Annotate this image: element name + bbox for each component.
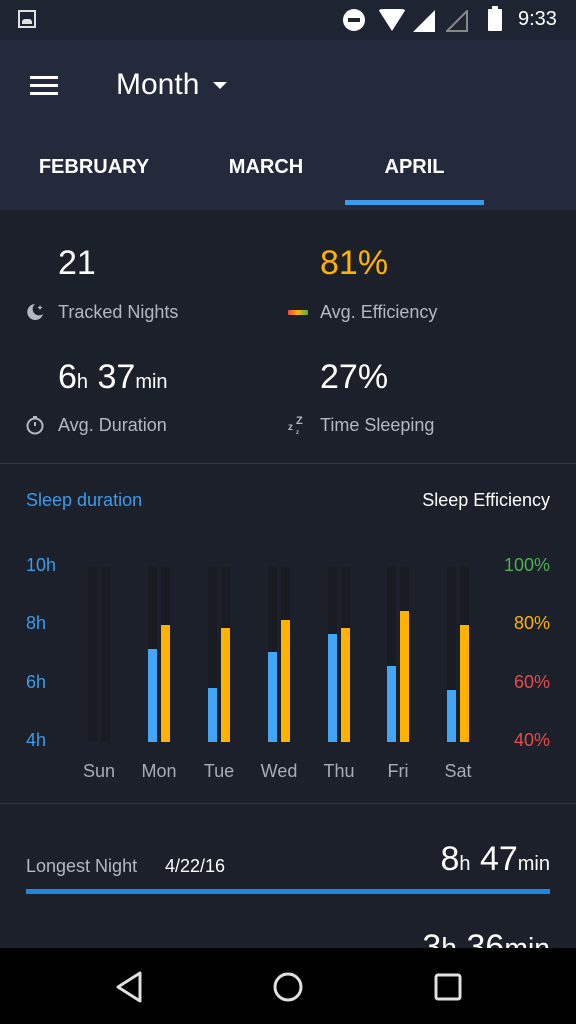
tab-indicator	[345, 200, 484, 205]
image-icon	[18, 10, 36, 28]
time-sleeping-value: 27%	[320, 358, 389, 396]
efficiency-bar-tue[interactable]	[221, 628, 230, 742]
app-bar: Month FEBRUARY MARCH APRIL	[0, 40, 576, 210]
x-tick-fri: Fri	[387, 761, 409, 781]
longest-night-label: Longest Night	[26, 856, 138, 876]
svg-text:Z: Z	[296, 415, 303, 427]
stopwatch-icon	[26, 416, 44, 435]
page-title: Month	[116, 68, 200, 101]
duration-bar-mon[interactable]	[148, 648, 157, 742]
efficiency-bar-fri[interactable]	[400, 610, 409, 742]
x-tick-wed: Wed	[260, 761, 298, 781]
home-icon[interactable]	[272, 971, 304, 1003]
stats-panel: 21 Tracked Nights 81% Avg. Efficiency 6h…	[0, 210, 576, 464]
zzz-icon: z Z z	[288, 415, 303, 436]
svg-text:z: z	[296, 430, 299, 436]
longest-night-bar	[26, 889, 550, 894]
time-sleeping-label: Time Sleeping	[320, 415, 435, 435]
x-tick-mon: Mon	[141, 761, 177, 781]
battery-icon	[488, 6, 502, 31]
avg-duration-label: Avg. Duration	[58, 415, 167, 435]
gradient-bar-icon	[288, 310, 308, 315]
duration-bar-thu[interactable]	[328, 634, 337, 742]
avg-efficiency-label: Avg. Efficiency	[320, 302, 438, 322]
avg-duration-value: 6h 37min	[58, 358, 168, 396]
month-tabs: FEBRUARY MARCH APRIL	[0, 140, 576, 208]
chart-title-sleep-duration[interactable]: Sleep duration	[26, 490, 142, 511]
signal-icon	[413, 10, 435, 32]
y-left-tick: 8h	[26, 613, 47, 634]
tracked-nights-label: Tracked Nights	[58, 302, 179, 322]
period-dropdown[interactable]: Month	[116, 68, 228, 102]
tab-april[interactable]: APRIL	[345, 156, 484, 179]
x-tick-sun: Sun	[82, 761, 116, 781]
duration-bar-wed[interactable]	[268, 651, 277, 742]
x-tick-thu: Thu	[323, 761, 355, 781]
duration-bar-fri[interactable]	[387, 666, 396, 742]
duration-bar-sat[interactable]	[447, 689, 456, 742]
shortest-night-value: 3h 36min	[422, 928, 550, 948]
efficiency-bar-mon[interactable]	[161, 625, 170, 742]
tracked-nights-value: 21	[58, 244, 96, 282]
caret-down-icon	[213, 81, 228, 89]
efficiency-bar-thu[interactable]	[341, 628, 350, 742]
bar-track	[101, 567, 110, 742]
y-right-tick: 40%	[513, 730, 550, 750]
wifi-icon	[378, 9, 406, 31]
efficiency-bar-wed[interactable]	[281, 619, 290, 742]
efficiency-bar-sat[interactable]	[460, 625, 469, 742]
x-tick-tue: Tue	[203, 761, 235, 781]
y-right-tick: 80%	[513, 613, 550, 634]
navigation-bar	[0, 948, 576, 1024]
tab-february[interactable]: FEBRUARY	[28, 156, 160, 179]
y-left-tick: 10h	[26, 555, 57, 575]
moon-icon	[27, 304, 43, 320]
y-left-tick: 4h	[26, 730, 47, 750]
y-left-tick: 6h	[26, 671, 47, 692]
y-right-tick: 60%	[513, 671, 550, 692]
duration-bar-tue[interactable]	[208, 688, 217, 742]
status-bar: 9:33	[0, 0, 576, 40]
back-icon[interactable]	[114, 970, 144, 1004]
avg-efficiency-value: 81%	[320, 244, 389, 282]
chart-title-sleep-efficiency[interactable]: Sleep Efficiency	[422, 490, 550, 511]
hamburger-menu-icon[interactable]	[30, 76, 58, 96]
longest-night-value: 8h 47min	[440, 840, 550, 878]
do-not-disturb-icon	[343, 9, 365, 31]
svg-text:z: z	[288, 422, 293, 433]
sleep-chart: Sleep duration Sleep Efficiency 10h 8h 6h 4…	[0, 464, 576, 804]
clock: 9:33	[518, 8, 557, 30]
recents-icon[interactable]	[433, 972, 463, 1002]
records-panel: Longest Night 4/22/16 8h 47min 3h 36min	[0, 804, 576, 948]
tab-march[interactable]: MARCH	[205, 156, 327, 179]
x-tick-sat: Sat	[444, 761, 472, 781]
signal-empty-icon	[446, 10, 468, 32]
bar-track	[88, 567, 97, 742]
longest-night-date: 4/22/16	[165, 856, 226, 876]
y-right-tick: 100%	[503, 555, 550, 575]
